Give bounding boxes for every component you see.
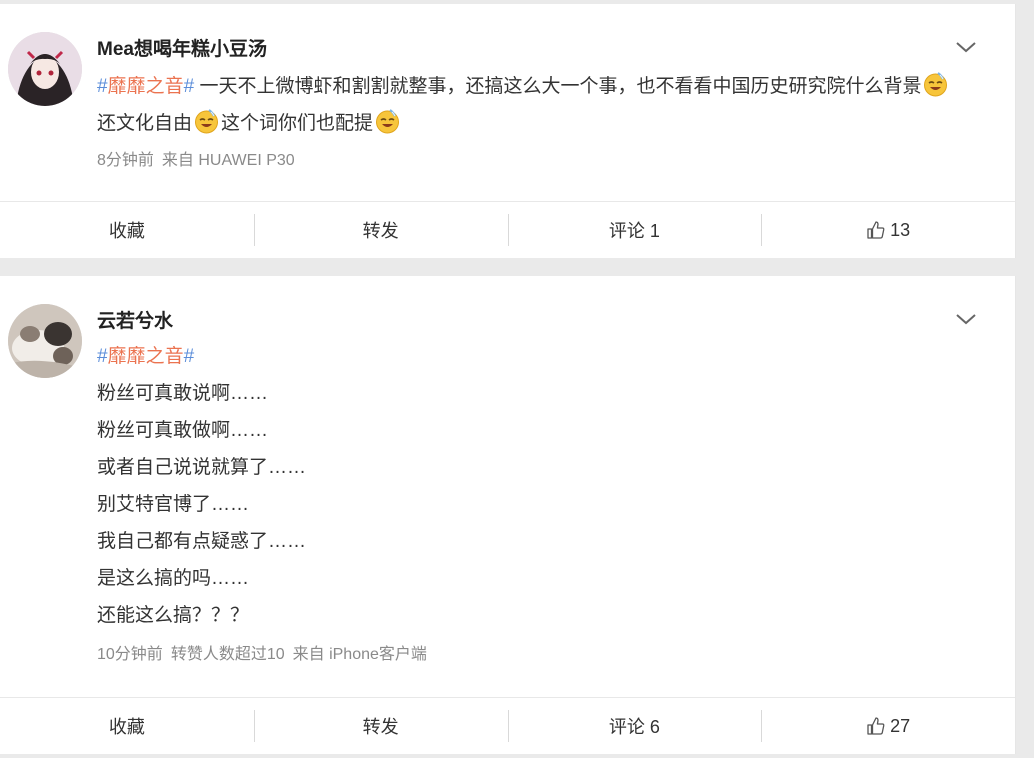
post-meta: 10分钟前 转赞人数超过10 来自 iPhone客户端 — [97, 640, 435, 664]
post-line: 我自己都有点疑惑了…… — [97, 531, 307, 552]
thumbs-up-icon — [866, 220, 886, 240]
timestamp[interactable]: 10分钟前 — [97, 646, 163, 663]
post-line: 粉丝可真敢说啊…… — [97, 383, 269, 404]
like-count: 27 — [890, 715, 911, 736]
username[interactable]: 云若兮水 — [97, 306, 173, 333]
grinning-sweat-emoji-icon — [923, 72, 948, 97]
favorite-label: 收藏 — [108, 717, 145, 737]
source-label[interactable]: 来自 HUAWEI P30 — [162, 152, 295, 169]
post-line: 还能这么搞？？？ — [97, 605, 250, 626]
post-text: #靡靡之音# 粉丝可真敢说啊…… 粉丝可真敢做啊…… 或者自己说说就算了…… 别… — [97, 338, 955, 634]
post-text-segment: 这个词你们也配提 — [221, 113, 374, 134]
grinning-sweat-emoji-icon — [194, 109, 219, 134]
post-text-segment: 一天不上微博虾和割割就整事，还搞这么大一个事，也不看看中国历史研究院什么背景 — [199, 76, 922, 97]
post-card: Mea想喝年糕小豆汤 #靡靡之音# 一天不上微博虾和割割就整事，还搞这么大一个事… — [0, 4, 1016, 258]
action-bar: 收藏 转发 评论 1 13 — [0, 201, 1015, 258]
username[interactable]: Mea想喝年糕小豆汤 — [97, 34, 267, 61]
favorite-button[interactable]: 收藏 — [0, 202, 254, 258]
repost-label: 转发 — [362, 221, 399, 241]
repost-label: 转发 — [362, 717, 399, 737]
comment-button[interactable]: 评论 6 — [507, 698, 762, 754]
post-card: 云若兮水 #靡靡之音# 粉丝可真敢说啊…… 粉丝可真敢做啊…… 或者自己说说就算… — [0, 276, 1016, 754]
comment-label: 评论 1 — [608, 221, 660, 241]
hashtag-link[interactable]: #靡靡之音# — [97, 346, 194, 367]
repost-button[interactable]: 转发 — [253, 202, 508, 258]
post-line: 是这么搞的吗…… — [97, 568, 250, 589]
post-meta: 8分钟前 来自 HUAWEI P30 — [97, 146, 303, 170]
chevron-down-icon[interactable] — [953, 308, 979, 330]
favorite-label: 收藏 — [108, 221, 145, 241]
post-line: 粉丝可真敢做啊…… — [97, 420, 269, 441]
timestamp[interactable]: 8分钟前 — [97, 152, 154, 169]
comment-button[interactable]: 评论 1 — [507, 202, 762, 258]
post-line: 别艾特官博了…… — [97, 494, 250, 515]
hashtag-link[interactable]: #靡靡之音# — [97, 76, 194, 97]
repost-like-count-label: 转赞人数超过10 — [170, 646, 285, 663]
like-button[interactable]: 27 — [761, 698, 1015, 754]
source-label[interactable]: 来自 iPhone客户端 — [293, 646, 427, 663]
post-text-segment: 还文化自由 — [97, 113, 193, 134]
action-bar: 收藏 转发 评论 6 27 — [0, 697, 1015, 754]
grinning-sweat-emoji-icon — [375, 109, 400, 134]
thumbs-up-icon — [866, 716, 886, 736]
comment-label: 评论 6 — [608, 717, 660, 737]
post-text: #靡靡之音# 一天不上微博虾和割割就整事，还搞这么大一个事，也不看看中国历史研究… — [97, 68, 955, 142]
chevron-down-icon[interactable] — [953, 36, 979, 58]
like-button[interactable]: 13 — [761, 202, 1015, 258]
repost-button[interactable]: 转发 — [253, 698, 508, 754]
favorite-button[interactable]: 收藏 — [0, 698, 254, 754]
post-line: 或者自己说说就算了…… — [97, 457, 307, 478]
like-count: 13 — [890, 219, 911, 240]
avatar[interactable] — [8, 32, 82, 106]
avatar[interactable] — [8, 304, 82, 378]
